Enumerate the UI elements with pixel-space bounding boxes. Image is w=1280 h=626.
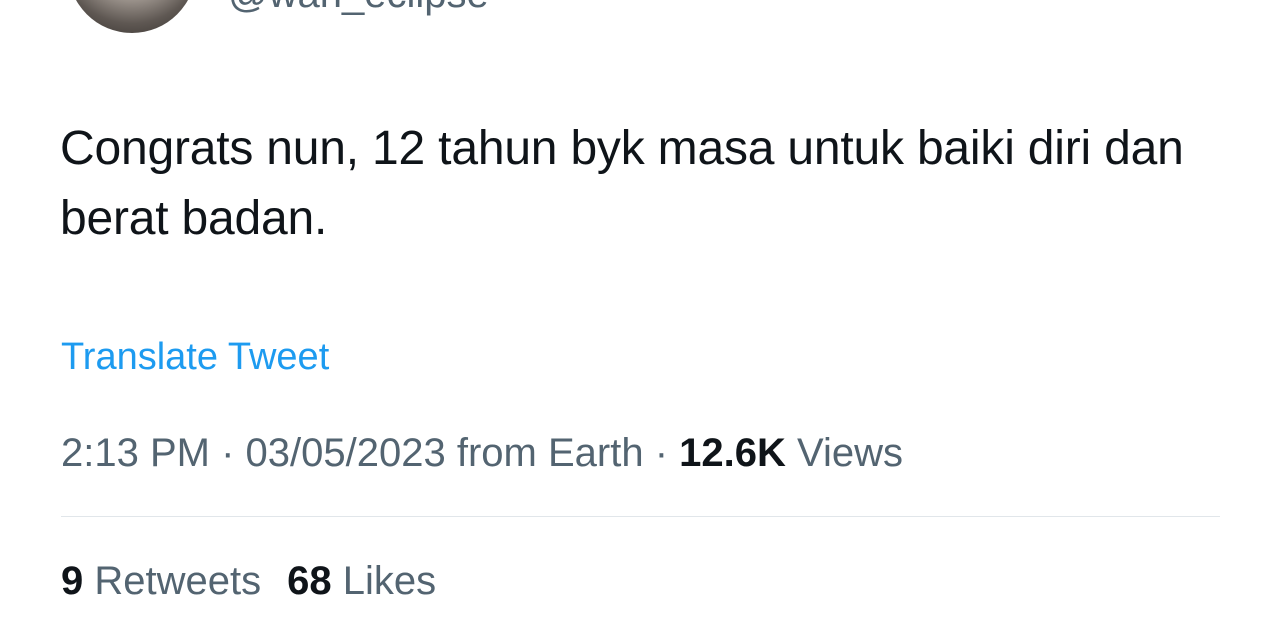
tweet-source: from Earth (456, 431, 644, 475)
tweet-time[interactable]: 2:13 PM (61, 431, 210, 475)
divider (61, 516, 1220, 517)
retweets-stat[interactable]: 9 Retweets (61, 559, 261, 603)
author-handle[interactable]: @wan_eclipse (228, 0, 489, 18)
meta-separator: · (654, 431, 669, 475)
translate-tweet-link[interactable]: Translate Tweet (61, 334, 329, 380)
engagement-stats: 9 Retweets 68 Likes (61, 556, 436, 606)
meta-separator: · (221, 431, 235, 475)
tweet-detail: @wan_eclipse Congrats nun, 12 tahun byk … (0, 0, 1280, 626)
likes-label: Likes (342, 559, 437, 603)
views-count: 12.6K (679, 431, 786, 475)
views-label: Views (797, 431, 904, 475)
tweet-meta: 2:13 PM · 03/05/2023 from Earth · 12.6K … (61, 428, 903, 478)
avatar[interactable] (68, 0, 196, 33)
tweet-date[interactable]: 03/05/2023 (246, 431, 446, 475)
likes-count: 68 (287, 559, 332, 603)
tweet-text: Congrats nun, 12 tahun byk masa untuk ba… (60, 122, 1184, 245)
likes-stat[interactable]: 68 Likes (287, 559, 436, 603)
retweets-label: Retweets (94, 559, 262, 603)
retweets-count: 9 (61, 559, 84, 603)
